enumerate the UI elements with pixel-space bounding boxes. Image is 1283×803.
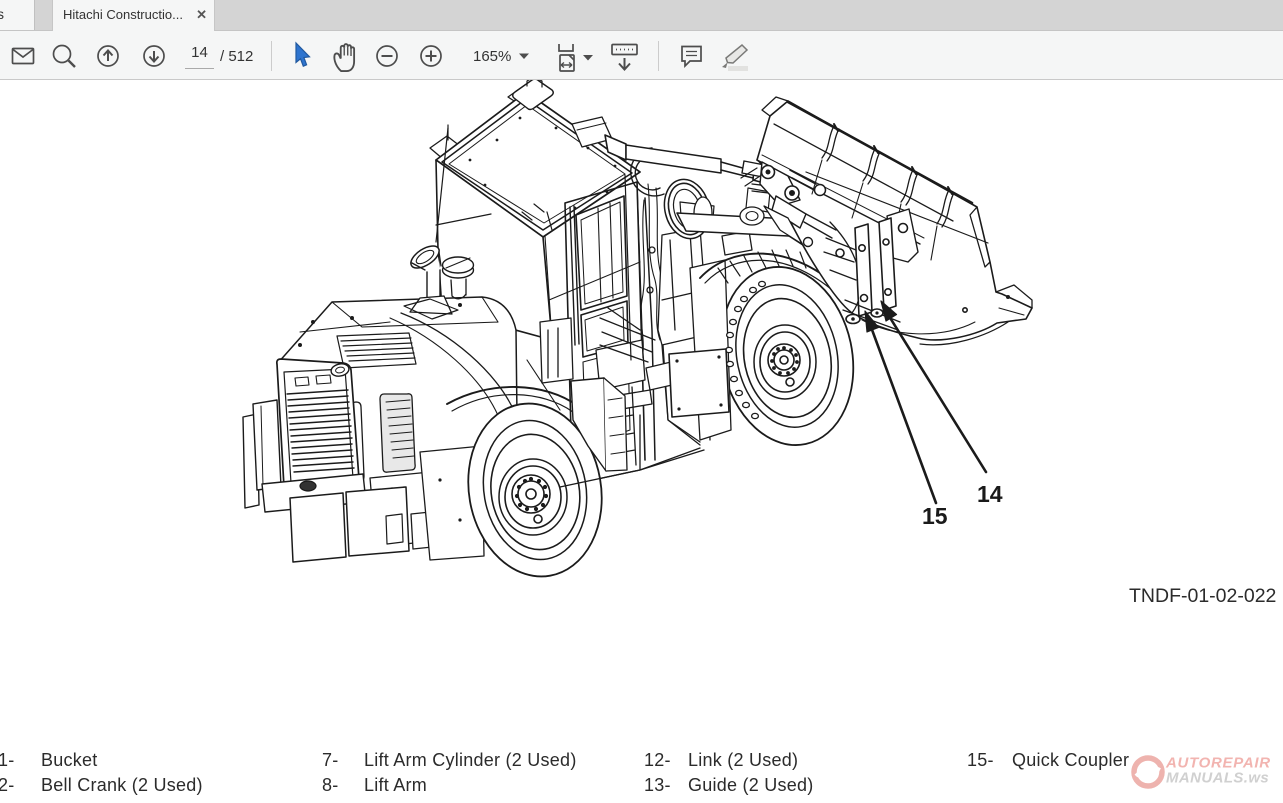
svg-text:MANUALS.ws: MANUALS.ws [1166,770,1269,787]
